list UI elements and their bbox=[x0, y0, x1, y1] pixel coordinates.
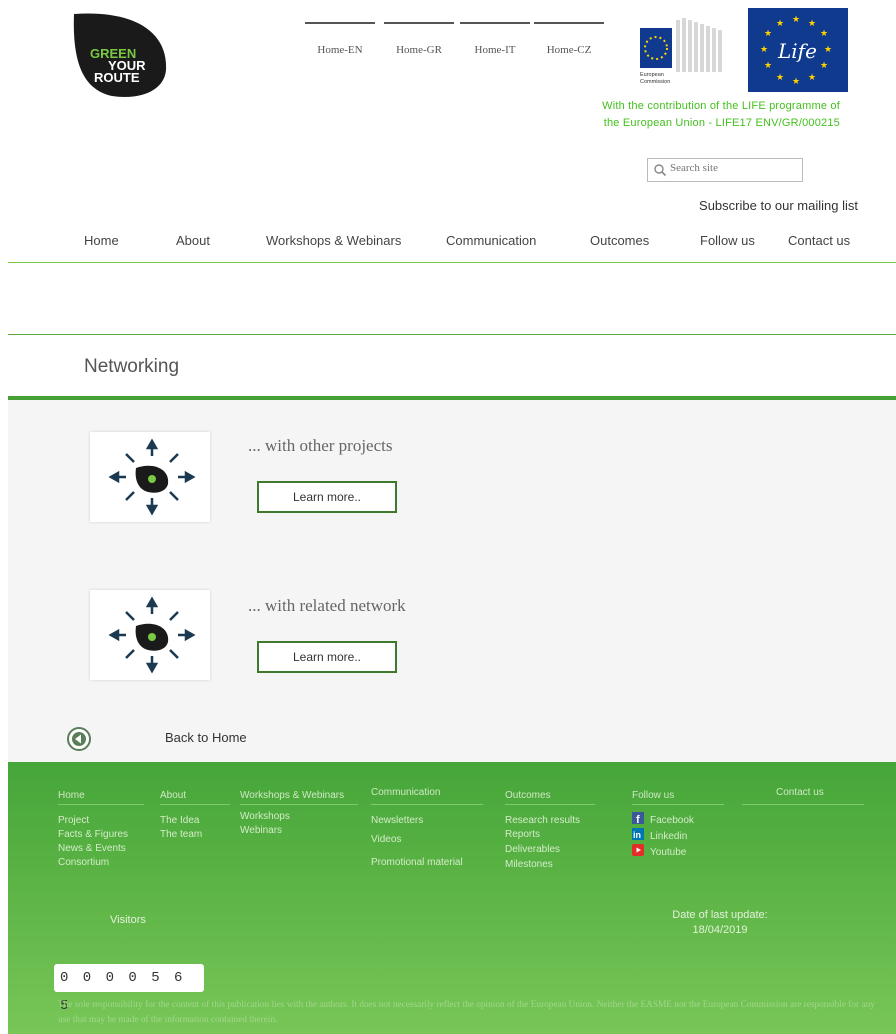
svg-text:★: ★ bbox=[760, 45, 768, 55]
nav-contact-us[interactable]: Contact us bbox=[788, 233, 850, 248]
footer-link-videos[interactable]: Videos bbox=[371, 833, 401, 846]
footer-link-youtube[interactable]: Youtube bbox=[650, 846, 686, 859]
footer-link-promotional-material[interactable]: Promotional material bbox=[371, 856, 463, 869]
footer-link-news-events[interactable]: News & Events bbox=[58, 842, 126, 855]
svg-text:f: f bbox=[636, 814, 640, 824]
svg-text:★: ★ bbox=[792, 77, 800, 87]
ec-text-1: European bbox=[640, 72, 664, 78]
footer-link-webinars[interactable]: Webinars bbox=[240, 824, 282, 837]
lang-home-gr[interactable]: Home-GR bbox=[384, 22, 454, 56]
life-text: Life bbox=[777, 39, 817, 63]
card-title-other-projects: ... with other projects bbox=[248, 436, 393, 455]
facebook-icon[interactable]: f bbox=[632, 812, 644, 824]
back-to-home-link[interactable]: Back to Home bbox=[165, 730, 247, 745]
footer-divider bbox=[505, 804, 595, 805]
youtube-icon[interactable] bbox=[632, 844, 644, 856]
svg-text:★: ★ bbox=[764, 61, 772, 71]
svg-text:★: ★ bbox=[792, 15, 800, 25]
search-icon[interactable] bbox=[653, 163, 667, 177]
visitors-label: Visitors bbox=[110, 914, 146, 926]
footer-heading-outcomes[interactable]: Outcomes bbox=[505, 790, 551, 801]
footer-link-the-idea[interactable]: The Idea bbox=[160, 814, 199, 827]
life-note-line-2: the European Union - LIFE17 ENV/GR/00021… bbox=[603, 117, 840, 129]
footer-divider bbox=[632, 804, 724, 805]
svg-text:★: ★ bbox=[820, 61, 828, 71]
nav-follow-us[interactable]: Follow us bbox=[700, 233, 755, 248]
svg-text:★: ★ bbox=[808, 73, 816, 83]
footer-link-workshops[interactable]: Workshops bbox=[240, 810, 290, 823]
footer-link-reports[interactable]: Reports bbox=[505, 828, 540, 841]
nav-workshops-webinars[interactable]: Workshops & Webinars bbox=[266, 233, 401, 248]
back-arrow-icon[interactable] bbox=[66, 726, 92, 752]
nav-communication[interactable]: Communication bbox=[446, 233, 536, 248]
lang-home-en[interactable]: Home-EN bbox=[305, 22, 375, 56]
footer-link-facebook[interactable]: Facebook bbox=[650, 814, 694, 827]
footer-divider bbox=[160, 804, 230, 805]
footer-link-project[interactable]: Project bbox=[58, 814, 89, 827]
network-related-image bbox=[90, 590, 210, 680]
footer-link-research-results[interactable]: Research results bbox=[505, 814, 580, 827]
footer-link-facts-figures[interactable]: Facts & Figures bbox=[58, 828, 128, 841]
life-note-line-1: With the contribution of the LIFE progra… bbox=[602, 100, 840, 112]
footer-divider bbox=[240, 804, 358, 805]
lang-home-cz[interactable]: Home-CZ bbox=[534, 22, 604, 56]
svg-text:★: ★ bbox=[776, 73, 784, 83]
ec-text-2: Commission bbox=[640, 79, 670, 85]
search-box[interactable] bbox=[647, 158, 803, 182]
lang-home-it[interactable]: Home-IT bbox=[460, 22, 530, 56]
life-contribution-note: With the contribution of the LIFE progra… bbox=[500, 98, 840, 132]
footer-heading-communication[interactable]: Communication bbox=[371, 787, 440, 798]
footer-divider bbox=[58, 804, 144, 805]
footer-divider bbox=[371, 804, 483, 805]
card-title-related-network: ... with related network bbox=[248, 596, 406, 615]
logo-text-route: ROUTE bbox=[94, 70, 140, 85]
footer-link-the-team[interactable]: The team bbox=[160, 828, 202, 841]
mailing-list-link[interactable]: Subscribe to our mailing list bbox=[640, 198, 858, 213]
nav-divider bbox=[8, 262, 896, 263]
european-commission-logo: European Commission bbox=[620, 14, 730, 98]
svg-text:★: ★ bbox=[776, 19, 784, 29]
life-programme-logo: ★ ★ ★ ★ ★ ★ ★ ★ ★ ★ ★ ★ Life bbox=[748, 8, 848, 92]
linkedin-icon[interactable]: in bbox=[632, 828, 644, 840]
svg-text:★: ★ bbox=[824, 45, 832, 55]
learn-more-button-1[interactable]: Learn more.. bbox=[257, 481, 397, 513]
footer-heading-contact-us[interactable]: Contact us bbox=[776, 787, 824, 798]
nav-outcomes[interactable]: Outcomes bbox=[590, 233, 649, 248]
footer-link-consortium[interactable]: Consortium bbox=[58, 856, 109, 869]
band-divider bbox=[8, 334, 896, 335]
svg-text:★: ★ bbox=[820, 29, 828, 39]
search-input[interactable] bbox=[670, 162, 796, 174]
footer-heading-home[interactable]: Home bbox=[58, 790, 85, 801]
footer-link-deliverables[interactable]: Deliverables bbox=[505, 843, 560, 856]
visitor-counter: 0 0 0 0 5 6 5 bbox=[54, 964, 204, 1014]
footer-heading-about[interactable]: About bbox=[160, 790, 186, 801]
footer-divider bbox=[742, 804, 864, 805]
nav-about[interactable]: About bbox=[176, 233, 210, 248]
footer-link-newsletters[interactable]: Newsletters bbox=[371, 814, 423, 827]
svg-text:★: ★ bbox=[764, 29, 772, 39]
eu-disclaimer: The sole responsibility for the content … bbox=[58, 1000, 875, 1025]
svg-text:★: ★ bbox=[808, 19, 816, 29]
footer-heading-workshops[interactable]: Workshops & Webinars bbox=[240, 790, 344, 801]
last-update: Date of last update: 18/04/2019 bbox=[640, 908, 800, 938]
footer-heading-follow-us[interactable]: Follow us bbox=[632, 790, 674, 801]
learn-more-button-2[interactable]: Learn more.. bbox=[257, 641, 397, 673]
network-projects-image bbox=[90, 432, 210, 522]
svg-text:in: in bbox=[633, 830, 641, 840]
last-update-label: Date of last update: bbox=[672, 909, 768, 921]
footer-link-milestones[interactable]: Milestones bbox=[505, 858, 553, 871]
site-logo[interactable]: GREEN YOUR ROUTE bbox=[68, 8, 172, 100]
page-title: Networking bbox=[84, 356, 180, 377]
nav-home[interactable]: Home bbox=[84, 233, 119, 248]
last-update-date: 18/04/2019 bbox=[692, 924, 748, 936]
footer-link-linkedin[interactable]: Linkedin bbox=[650, 830, 687, 843]
footer bbox=[8, 762, 896, 1034]
